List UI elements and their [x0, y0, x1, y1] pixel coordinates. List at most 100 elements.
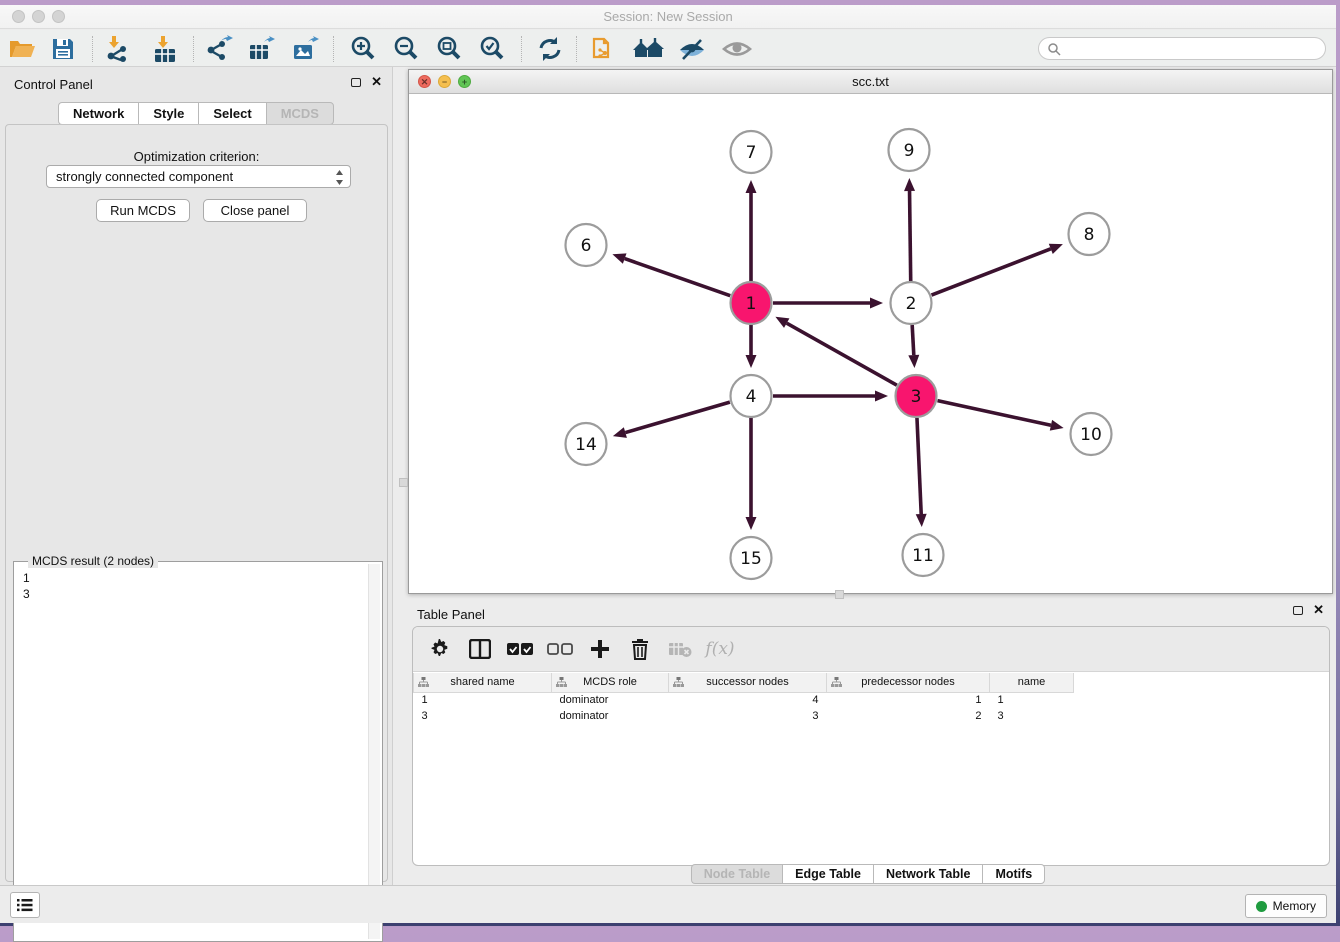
graph-node-15[interactable]: 15: [731, 537, 772, 579]
graph-node-3[interactable]: 3: [896, 375, 937, 417]
column-header-shared-name[interactable]: shared name: [414, 673, 552, 692]
function-builder-icon[interactable]: f(x): [707, 637, 733, 661]
graph-edge-2-9[interactable]: [904, 178, 915, 281]
clone-network-icon[interactable]: [588, 34, 620, 64]
graph-edge-3-10[interactable]: [937, 401, 1063, 431]
export-image-icon[interactable]: [289, 34, 321, 64]
task-history-button[interactable]: [10, 892, 40, 918]
graph-edge-3-11[interactable]: [916, 418, 927, 527]
graph-edge-1-6[interactable]: [612, 253, 730, 295]
float-panel-icon[interactable]: [351, 78, 361, 87]
add-column-icon[interactable]: [587, 637, 613, 661]
graph-node-14[interactable]: 14: [566, 423, 607, 465]
graph-node-1[interactable]: 1: [731, 282, 772, 324]
export-table-icon[interactable]: [245, 34, 277, 64]
select-all-columns-icon[interactable]: [507, 637, 533, 661]
import-network-icon[interactable]: [102, 34, 134, 64]
graph-node-10[interactable]: 10: [1071, 413, 1112, 455]
mcds-result-text[interactable]: 1 3: [23, 570, 30, 602]
table-row[interactable]: 3dominator323: [414, 708, 1074, 724]
main-toolbar: [0, 30, 1336, 67]
zoom-fit-icon[interactable]: [433, 34, 465, 64]
run-mcds-button[interactable]: Run MCDS: [96, 199, 190, 222]
criterion-dropdown[interactable]: strongly connected component: [46, 165, 351, 188]
control-panel-tabs: NetworkStyleSelectMCDS: [0, 102, 392, 125]
graph-node-2[interactable]: 2: [891, 282, 932, 324]
graph-edge-1-4[interactable]: [746, 325, 757, 368]
graph-edge-1-2[interactable]: [773, 298, 883, 309]
result-scrollbar[interactable]: [368, 564, 380, 939]
tab-mcds[interactable]: MCDS: [266, 102, 334, 125]
refresh-icon[interactable]: [534, 34, 566, 64]
split-columns-icon[interactable]: [467, 637, 493, 661]
table-cell[interactable]: 3: [669, 708, 827, 724]
tab-style[interactable]: Style: [138, 102, 198, 125]
column-header-MCDS-role[interactable]: MCDS role: [552, 673, 669, 692]
graph-node-11[interactable]: 11: [903, 534, 944, 576]
tab-edge-table[interactable]: Edge Table: [782, 864, 873, 884]
graph-edge-3-1[interactable]: [775, 317, 896, 385]
mcds-result-title: MCDS result (2 nodes): [28, 554, 158, 568]
table-cell[interactable]: dominator: [552, 708, 669, 724]
graph-edge-4-14[interactable]: [613, 402, 730, 438]
zoom-out-icon[interactable]: [390, 34, 422, 64]
save-session-icon[interactable]: [47, 34, 79, 64]
graph-edge-2-3[interactable]: [908, 325, 919, 368]
close-panel-button[interactable]: Close panel: [203, 199, 307, 222]
home-icon[interactable]: [632, 34, 664, 64]
svg-text:7: 7: [746, 143, 757, 163]
delete-table-icon[interactable]: [667, 637, 693, 661]
memory-button[interactable]: Memory: [1245, 894, 1327, 918]
table-cell[interactable]: dominator: [552, 692, 669, 708]
table-cell[interactable]: 2: [827, 708, 990, 724]
graph-edge-4-3[interactable]: [773, 391, 888, 402]
zoom-in-icon[interactable]: [347, 34, 379, 64]
column-header-successor-nodes[interactable]: successor nodes: [669, 673, 827, 692]
dropdown-stepper-icon: [334, 169, 345, 189]
graph-edge-2-8[interactable]: [932, 244, 1063, 295]
open-session-icon[interactable]: [6, 34, 38, 64]
network-graph-canvas[interactable]: 7 9 6 8 1 2 4 3 14 10 15 11: [409, 94, 1332, 593]
deselect-all-columns-icon[interactable]: [547, 637, 573, 661]
close-panel-icon[interactable]: ✕: [371, 77, 382, 87]
tab-network-table[interactable]: Network Table: [873, 864, 983, 884]
table-settings-icon[interactable]: [427, 637, 453, 661]
search-input[interactable]: [1061, 42, 1325, 56]
graph-edge-4-15[interactable]: [746, 418, 757, 530]
search-field[interactable]: [1038, 37, 1326, 60]
float-panel-icon[interactable]: [1293, 606, 1303, 615]
table-cell[interactable]: 1: [414, 692, 552, 708]
column-header-predecessor-nodes[interactable]: predecessor nodes: [827, 673, 990, 692]
graph-node-4[interactable]: 4: [731, 375, 772, 417]
zoom-selected-icon[interactable]: [476, 34, 508, 64]
tab-node-table[interactable]: Node Table: [691, 864, 782, 884]
delete-column-icon[interactable]: [627, 637, 653, 661]
close-panel-icon[interactable]: ✕: [1313, 605, 1324, 615]
export-network-icon[interactable]: [203, 34, 235, 64]
control-panel-title: Control Panel: [14, 77, 93, 92]
table-cell[interactable]: 3: [990, 708, 1074, 724]
graph-node-8[interactable]: 8: [1069, 213, 1110, 255]
column-header-name[interactable]: name: [990, 673, 1074, 692]
tab-select[interactable]: Select: [198, 102, 265, 125]
splitter-handle-vertical[interactable]: [399, 478, 408, 487]
graph-node-6[interactable]: 6: [566, 224, 607, 266]
splitter-handle-horizontal[interactable]: [835, 590, 844, 599]
table-row[interactable]: 1dominator411: [414, 692, 1074, 708]
toolbar-separator: [521, 36, 522, 62]
tab-motifs[interactable]: Motifs: [982, 864, 1045, 884]
network-view-window: ✕ − + scc.txt 7 9 6 8 1 2 4 3 14 10 15 11: [408, 69, 1333, 594]
graph-node-7[interactable]: 7: [731, 131, 772, 173]
table-cell[interactable]: 1: [990, 692, 1074, 708]
graph-node-9[interactable]: 9: [889, 129, 930, 171]
table-cell[interactable]: 3: [414, 708, 552, 724]
hide-selected-icon[interactable]: [676, 34, 708, 64]
mcds-panel: Optimization criterion: strongly connect…: [5, 124, 388, 882]
graph-edge-1-7[interactable]: [746, 180, 757, 281]
tab-network[interactable]: Network: [58, 102, 138, 125]
network-window-titlebar[interactable]: ✕ − + scc.txt: [409, 70, 1332, 94]
show-all-icon[interactable]: [721, 34, 753, 64]
import-table-icon[interactable]: [149, 34, 181, 64]
table-cell[interactable]: 4: [669, 692, 827, 708]
table-cell[interactable]: 1: [827, 692, 990, 708]
